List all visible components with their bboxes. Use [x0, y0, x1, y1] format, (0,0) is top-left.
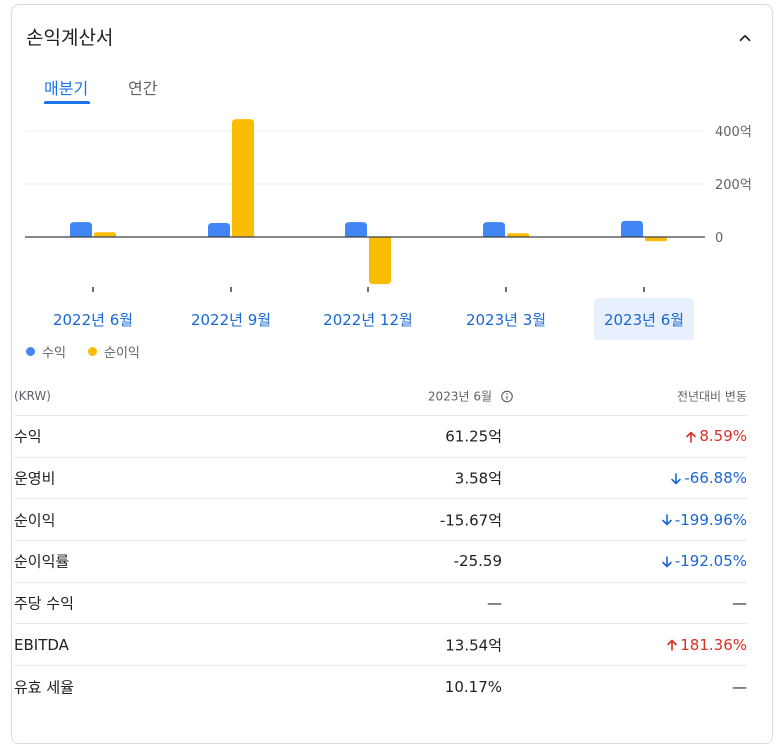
- row-value: -15.67억: [439, 511, 502, 530]
- yoy-change-header: 전년대비 변동: [676, 389, 747, 403]
- table-row: 운영비 3.58억 -66.88%: [14, 458, 747, 500]
- row-label: 수익: [14, 427, 42, 446]
- table-row: 순이익률 -25.59 -192.05%: [14, 541, 747, 583]
- legend-net-income-swatch: [88, 347, 97, 356]
- net-income-bar[interactable]: [369, 237, 391, 285]
- row-change-value: —: [732, 677, 747, 696]
- net-income-bar[interactable]: [645, 237, 667, 242]
- table-header: (KRW) 2023년 6월 전년대비 변동: [14, 376, 747, 416]
- y-tick-label: 200억: [715, 178, 752, 193]
- x-tick-label[interactable]: 2022년 9월: [191, 311, 271, 329]
- table-row: 유효 세율 10.17% —: [14, 666, 747, 708]
- card-title: 손익계산서: [26, 27, 114, 49]
- row-value: 3.58억: [454, 469, 502, 488]
- row-change: —: [732, 678, 747, 696]
- legend-revenue: 수익: [26, 342, 66, 361]
- row-value: 10.17%: [444, 677, 502, 696]
- revenue-bar[interactable]: [208, 222, 230, 237]
- y-tick-label: 0: [715, 231, 723, 246]
- row-change-value: -192.05%: [674, 552, 747, 571]
- table-row: 순이익 -15.67억 -199.96%: [14, 499, 747, 542]
- row-change-value: 181.36%: [680, 635, 747, 654]
- period-header: 2023년 6월: [428, 387, 514, 404]
- net-income-bar[interactable]: [232, 119, 254, 237]
- legend-net-income: 순이익: [88, 342, 140, 361]
- row-label: EBITDA: [14, 635, 69, 654]
- row-change: -66.88%: [670, 469, 747, 487]
- revenue-bar[interactable]: [621, 220, 643, 237]
- row-label: 유효 세율: [14, 678, 74, 697]
- table-row: EBITDA 13.54억 181.36%: [14, 624, 747, 667]
- legend-revenue-label: 수익: [42, 346, 66, 361]
- y-tick-label: 400억: [715, 125, 752, 140]
- table-row: 주당 수익 — —: [14, 583, 747, 625]
- row-change: 181.36%: [666, 636, 747, 654]
- currency-header: (KRW): [14, 388, 51, 403]
- row-label: 순이익률: [14, 552, 70, 571]
- row-value: -25.59: [453, 552, 502, 571]
- row-label: 순이익: [14, 511, 56, 530]
- arrow-up-icon: [667, 639, 678, 652]
- revenue-bar[interactable]: [70, 222, 92, 237]
- row-change-value: -66.88%: [684, 469, 747, 488]
- table-row: 수익 61.25억 8.59%: [14, 416, 747, 458]
- financials-table: (KRW) 2023년 6월 전년대비 변동 수익 61.25억 8.59% 운영비 3…: [14, 376, 747, 708]
- revenue-bar[interactable]: [483, 222, 505, 237]
- row-label: 주당 수익: [14, 594, 74, 613]
- arrow-down-icon: [662, 514, 672, 526]
- arrow-up-icon: [686, 431, 697, 443]
- arrow-down-icon: [671, 472, 682, 484]
- row-change: -199.96%: [661, 511, 747, 529]
- row-change: —: [732, 594, 747, 612]
- x-tick-label[interactable]: 2022년 6월: [53, 311, 133, 329]
- row-change-value: 8.59%: [699, 427, 747, 446]
- revenue-bar[interactable]: [345, 222, 367, 237]
- row-change-value: —: [732, 594, 747, 613]
- period-header-label: 2023년 6월: [427, 389, 492, 403]
- row-label: 운영비: [14, 469, 56, 488]
- arrow-down-icon: [662, 556, 672, 568]
- tab-quarterly[interactable]: 매분기: [44, 75, 88, 99]
- x-tick-label[interactable]: 2023년 6월: [604, 311, 684, 329]
- x-tick-label[interactable]: 2023년 3월: [466, 311, 546, 329]
- net-income-bar[interactable]: [94, 232, 116, 237]
- tab-annual[interactable]: 연간: [128, 75, 157, 99]
- row-change: 8.59%: [685, 427, 747, 445]
- info-icon[interactable]: [500, 390, 514, 404]
- row-value: 61.25억: [445, 427, 502, 446]
- row-change-value: -199.96%: [674, 510, 747, 529]
- legend-revenue-swatch: [26, 347, 35, 356]
- income-chart: 400억 200억 0 2022년 6월 2022년 9월 2022년 12월 2023년 …: [25, 119, 752, 340]
- legend-net-income-label: 순이익: [104, 346, 140, 361]
- row-value: 13.54억: [445, 636, 502, 655]
- x-tick-label[interactable]: 2022년 12월: [323, 311, 413, 329]
- chevron-up-icon[interactable]: [736, 29, 754, 47]
- row-change: -192.05%: [661, 552, 747, 570]
- row-value: —: [487, 594, 502, 613]
